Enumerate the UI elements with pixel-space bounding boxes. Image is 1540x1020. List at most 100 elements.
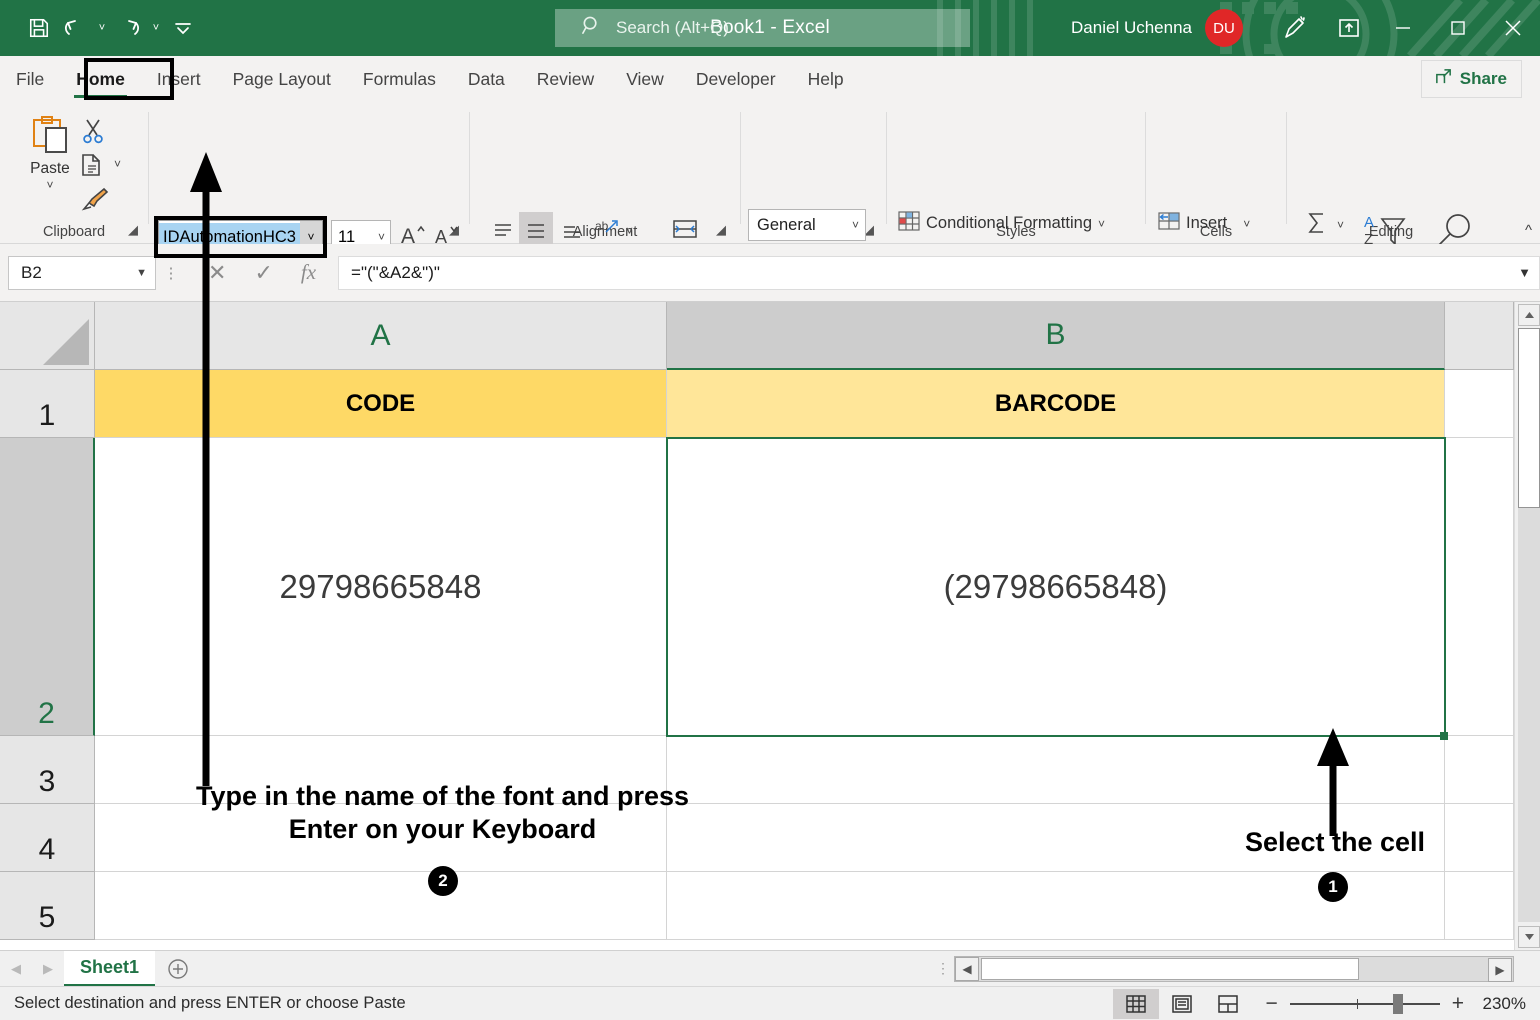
copy-chevron-down-icon[interactable]: ˅ bbox=[114, 157, 121, 171]
undo-chevron-down-icon[interactable]: ˅ bbox=[94, 11, 110, 45]
cell-c1[interactable] bbox=[1445, 370, 1514, 438]
select-all-button[interactable] bbox=[0, 302, 95, 370]
horizontal-scrollbar[interactable]: ◀ ▶ bbox=[954, 956, 1514, 982]
column-header-b[interactable]: B bbox=[667, 302, 1445, 370]
customize-qat-icon[interactable] bbox=[166, 11, 200, 45]
copy-button[interactable] bbox=[76, 150, 110, 182]
align-top-button[interactable] bbox=[487, 216, 518, 245]
cell-a2[interactable]: 29798665848 bbox=[95, 438, 667, 736]
vertical-scrollbar[interactable] bbox=[1514, 302, 1540, 950]
pen-icon[interactable] bbox=[1267, 0, 1323, 56]
insert-cells-chevron-down-icon[interactable]: ˅ bbox=[1243, 217, 1250, 231]
vertical-scrollbar-thumb[interactable] bbox=[1518, 328, 1540, 508]
zoom-slider-thumb[interactable] bbox=[1393, 994, 1403, 1014]
cell-c3[interactable] bbox=[1445, 736, 1514, 804]
number-format-chevron-down-icon[interactable]: ˅ bbox=[852, 218, 859, 232]
ribbon-display-options-icon[interactable] bbox=[1323, 0, 1375, 56]
wrap-text-button[interactable] bbox=[668, 214, 702, 246]
tab-home[interactable]: Home bbox=[60, 56, 141, 102]
page-layout-view-button[interactable] bbox=[1159, 989, 1205, 1019]
zoom-level-label[interactable]: 230% bbox=[1464, 994, 1526, 1014]
alignment-dialog-launcher[interactable]: ◢ bbox=[716, 222, 726, 238]
autosum-button[interactable] bbox=[1300, 208, 1334, 238]
formula-bar-grip[interactable]: ⋮ bbox=[156, 264, 186, 282]
tab-data[interactable]: Data bbox=[452, 56, 521, 102]
cell-a5[interactable] bbox=[95, 872, 667, 940]
tab-page-layout[interactable]: Page Layout bbox=[217, 56, 347, 102]
cut-button[interactable] bbox=[76, 116, 110, 146]
tab-review[interactable]: Review bbox=[521, 56, 610, 102]
share-button[interactable]: Share bbox=[1421, 60, 1522, 98]
cell-c2[interactable] bbox=[1445, 438, 1514, 736]
orientation-chevron-down-icon[interactable]: ˅ bbox=[626, 224, 633, 238]
clipboard-dialog-launcher[interactable]: ◢ bbox=[128, 222, 138, 238]
previous-sheet-button[interactable]: ◀ bbox=[0, 951, 32, 987]
name-box[interactable]: B2 ▼ bbox=[8, 256, 156, 290]
search-input[interactable]: Search (Alt+Q) bbox=[555, 9, 970, 47]
tab-developer[interactable]: Developer bbox=[680, 56, 792, 102]
minimize-button[interactable] bbox=[1375, 0, 1430, 56]
cell-b1[interactable]: BARCODE bbox=[667, 370, 1445, 438]
expand-formula-bar-icon[interactable]: ▼ bbox=[1510, 256, 1540, 290]
redo-chevron-down-icon[interactable]: ˅ bbox=[148, 11, 164, 45]
row-header-3-label: 3 bbox=[39, 765, 56, 799]
conditional-formatting-button[interactable]: Conditional Formatting ˅ bbox=[898, 210, 1105, 237]
autosum-chevron-down-icon[interactable]: ˅ bbox=[1337, 218, 1344, 232]
add-sheet-button[interactable] bbox=[155, 951, 201, 987]
page-break-preview-button[interactable] bbox=[1205, 989, 1251, 1019]
avatar[interactable]: DU bbox=[1205, 9, 1243, 47]
next-sheet-button[interactable]: ▶ bbox=[32, 951, 64, 987]
paste-chevron-down-icon[interactable]: ˅ bbox=[46, 178, 53, 192]
zoom-slider-track[interactable] bbox=[1290, 1003, 1440, 1005]
conditional-formatting-chevron-down-icon[interactable]: ˅ bbox=[1098, 217, 1105, 231]
zoom-in-button[interactable]: + bbox=[1452, 992, 1464, 1016]
formula-input[interactable]: ="("&A2&")" bbox=[338, 256, 1510, 290]
align-bottom-button[interactable] bbox=[556, 216, 587, 245]
cell-c5[interactable] bbox=[1445, 872, 1514, 940]
scroll-up-button[interactable] bbox=[1518, 304, 1540, 326]
fill-handle[interactable] bbox=[1440, 732, 1448, 740]
column-header-c[interactable] bbox=[1445, 302, 1514, 370]
format-painter-button[interactable] bbox=[76, 184, 114, 214]
tab-help[interactable]: Help bbox=[792, 56, 860, 102]
font-size-chevron-down-icon[interactable]: ˅ bbox=[378, 230, 385, 244]
redo-icon[interactable] bbox=[112, 11, 146, 45]
cell-a1[interactable]: CODE bbox=[95, 370, 667, 438]
cell-b3[interactable] bbox=[667, 736, 1445, 804]
row-header-2[interactable]: 2 bbox=[0, 438, 95, 736]
tab-file[interactable]: File bbox=[0, 56, 60, 102]
undo-icon[interactable] bbox=[58, 11, 92, 45]
scroll-right-button[interactable]: ▶ bbox=[1488, 958, 1512, 982]
zoom-out-button[interactable]: − bbox=[1265, 992, 1277, 1016]
sheet-split-grip[interactable]: ⋮ bbox=[932, 960, 954, 977]
enter-formula-icon[interactable]: ✓ bbox=[254, 260, 272, 286]
sheet-tab-sheet1[interactable]: Sheet1 bbox=[64, 951, 155, 987]
tab-view[interactable]: View bbox=[610, 56, 680, 102]
save-icon[interactable] bbox=[22, 11, 56, 45]
close-button[interactable] bbox=[1485, 0, 1540, 56]
horizontal-scrollbar-thumb[interactable] bbox=[981, 958, 1359, 980]
row-header-3[interactable]: 3 bbox=[0, 736, 95, 804]
tab-insert[interactable]: Insert bbox=[141, 56, 217, 102]
cancel-formula-icon[interactable]: ✕ bbox=[208, 260, 226, 286]
maximize-button[interactable] bbox=[1430, 0, 1485, 56]
number-format-select[interactable]: General ˅ bbox=[748, 209, 866, 241]
tab-formulas[interactable]: Formulas bbox=[347, 56, 452, 102]
orientation-button[interactable]: ab bbox=[590, 214, 624, 246]
zoom-slider[interactable]: − + bbox=[1265, 992, 1464, 1016]
cell-b2[interactable]: (29798665848) bbox=[667, 438, 1445, 736]
scroll-left-button[interactable]: ◀ bbox=[955, 957, 979, 981]
scroll-down-button[interactable] bbox=[1518, 926, 1540, 948]
row-header-4[interactable]: 4 bbox=[0, 804, 95, 872]
normal-view-button[interactable] bbox=[1113, 989, 1159, 1019]
name-box-value: B2 bbox=[21, 263, 42, 283]
user-name-label[interactable]: Daniel Uchenna bbox=[1071, 18, 1192, 38]
row-header-1[interactable]: 1 bbox=[0, 370, 95, 438]
insert-cells-button[interactable]: Insert ˅ bbox=[1158, 210, 1250, 237]
insert-function-icon[interactable]: fx bbox=[301, 260, 316, 285]
name-box-chevron-down-icon[interactable]: ▼ bbox=[136, 267, 147, 279]
vertical-scrollbar-track[interactable] bbox=[1518, 508, 1540, 922]
column-header-a[interactable]: A bbox=[95, 302, 667, 370]
row-header-5[interactable]: 5 bbox=[0, 872, 95, 940]
collapse-ribbon-button[interactable]: ^ bbox=[1525, 222, 1532, 239]
